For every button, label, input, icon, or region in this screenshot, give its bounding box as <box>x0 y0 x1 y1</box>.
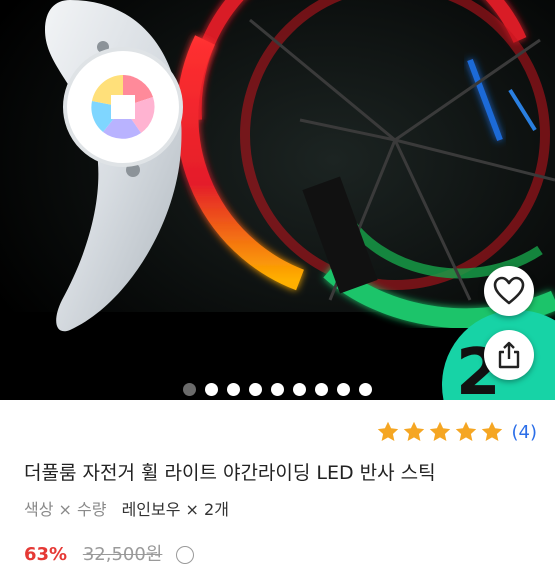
selected-options[interactable]: 색상 × 수량 레인보우 × 2개 <box>24 496 229 520</box>
share-button[interactable] <box>484 330 534 380</box>
review-count[interactable]: (4) <box>512 422 538 443</box>
star-icon <box>455 421 476 441</box>
carousel-dot[interactable] <box>249 382 262 396</box>
carousel-dot[interactable] <box>227 382 240 396</box>
carousel-dot[interactable] <box>183 382 196 396</box>
star-icon <box>377 421 398 441</box>
share-icon <box>498 341 520 369</box>
carousel-dot[interactable] <box>315 382 328 396</box>
carousel-dot[interactable] <box>293 382 306 396</box>
carousel-dot[interactable] <box>359 382 372 396</box>
carousel-dot[interactable] <box>271 382 284 396</box>
options-label: 색상 × 수량 <box>24 500 107 519</box>
heart-icon <box>493 276 525 305</box>
rating[interactable]: (4) <box>376 420 538 444</box>
favorite-button[interactable] <box>484 266 534 316</box>
star-icon <box>481 421 502 441</box>
star-icon <box>429 421 450 441</box>
product-title: 더풀룸 자전거 휠 라이트 야간라이딩 LED 반사 스틱 <box>24 462 436 484</box>
carousel-indicator <box>0 381 555 397</box>
product-image[interactable]: 2 <box>0 0 555 400</box>
price-row: 63% 32,500원 <box>24 540 195 566</box>
star-icon <box>403 421 424 441</box>
carousel-dot[interactable] <box>205 382 218 396</box>
rating-stars <box>376 420 504 444</box>
carousel-dot[interactable] <box>337 382 350 396</box>
options-value: 레인보우 × 2개 <box>121 500 229 519</box>
info-icon[interactable] <box>176 546 195 564</box>
